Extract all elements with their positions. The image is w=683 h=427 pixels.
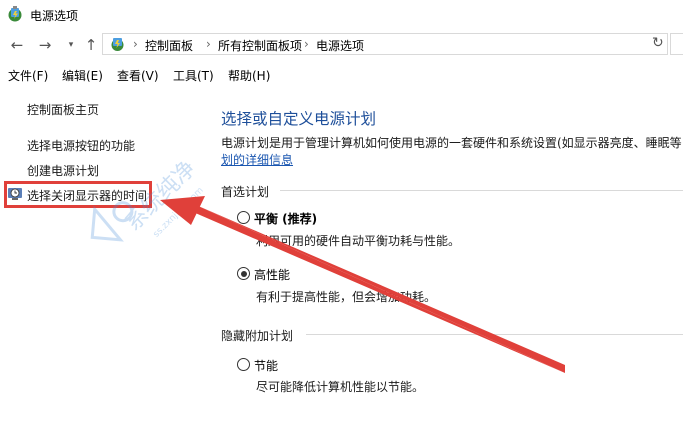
- sidebar-link-power-button[interactable]: 选择电源按钮的功能: [27, 137, 135, 154]
- menu-view[interactable]: 查看(V): [117, 67, 159, 84]
- page-title: 选择或自定义电源计划: [221, 110, 377, 128]
- radio-power-saver[interactable]: [237, 358, 250, 371]
- search-input[interactable]: [670, 33, 683, 55]
- annotation-highlight-box: [4, 181, 152, 208]
- arrow-up-icon[interactable]: ↑: [82, 36, 100, 54]
- breadcrumb-item[interactable]: 控制面板: [145, 37, 193, 54]
- breadcrumb-separator: ›: [206, 37, 211, 51]
- plan-name-balanced[interactable]: 平衡 (推荐): [254, 210, 317, 227]
- radio-high-performance[interactable]: [237, 267, 250, 280]
- breadcrumb-separator: ›: [133, 37, 138, 51]
- menu-file[interactable]: 文件(F): [8, 67, 48, 84]
- group-divider: [280, 190, 683, 191]
- svg-text:ss.zxnjing.com: ss.zxnjing.com: [152, 186, 206, 240]
- breadcrumb-item[interactable]: 所有控制面板项: [218, 37, 302, 54]
- control-panel-icon: [111, 38, 124, 51]
- sidebar-link-create-plan[interactable]: 创建电源计划: [27, 162, 99, 179]
- hidden-plans-toggle[interactable]: 隐藏附加计划: [221, 327, 293, 344]
- chevron-down-icon[interactable]: ▾: [62, 36, 80, 54]
- power-options-icon: [8, 6, 22, 22]
- radio-balanced[interactable]: [237, 211, 250, 224]
- menu-help[interactable]: 帮助(H): [228, 67, 270, 84]
- plan-name-power-saver[interactable]: 节能: [254, 357, 278, 374]
- refresh-icon[interactable]: ↻: [652, 35, 664, 51]
- preferred-plans-heading: 首选计划: [221, 185, 270, 199]
- plan-desc-balanced: 利用可用的硬件自动平衡功耗与性能。: [256, 234, 461, 248]
- menu-edit[interactable]: 编辑(E): [62, 67, 103, 84]
- group-divider: [306, 334, 683, 335]
- breadcrumb-separator: ›: [304, 37, 309, 51]
- breadcrumb-item[interactable]: 电源选项: [316, 37, 364, 54]
- sidebar-home-link[interactable]: 控制面板主页: [27, 101, 99, 118]
- plan-desc-high-performance: 有利于提高性能，但会增加功耗。: [256, 290, 437, 304]
- address-bar[interactable]: › 控制面板 › 所有控制面板项 › 电源选项: [102, 33, 668, 55]
- plan-name-high-performance[interactable]: 高性能: [254, 266, 290, 283]
- title-bar: 电源选项: [0, 0, 683, 30]
- arrow-right-icon[interactable]: →: [36, 36, 54, 54]
- plan-desc-power-saver: 尽可能降低计算机性能以节能。: [256, 380, 425, 394]
- page-description: 电源计划是用于管理计算机如何使用电源的一套硬件和系统设置(如显示器亮度、睡眠等: [221, 136, 682, 150]
- window-title: 电源选项: [30, 9, 79, 23]
- menu-bar: 文件(F) 编辑(E) 查看(V) 工具(T) 帮助(H): [0, 62, 683, 86]
- plan-details-link[interactable]: 划的详细信息: [221, 151, 293, 168]
- arrow-left-icon[interactable]: ←: [8, 36, 26, 54]
- menu-tools[interactable]: 工具(T): [173, 67, 214, 84]
